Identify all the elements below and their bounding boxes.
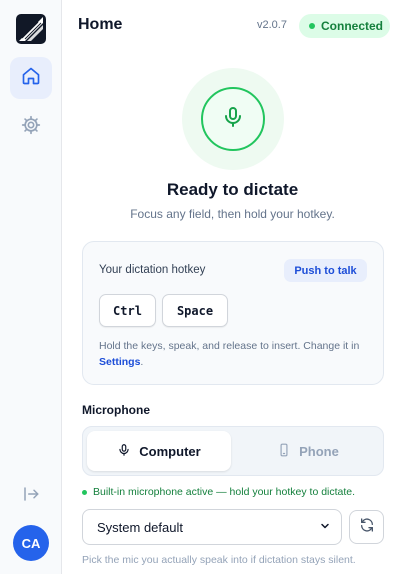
ready-title: Ready to dictate (166, 180, 299, 199)
chevron-down-icon (319, 520, 331, 535)
hotkey-label: Your dictation hotkey (99, 264, 206, 276)
connection-status-label: Connected (321, 19, 384, 33)
dictation-mic-button[interactable] (201, 87, 265, 151)
ready-subtitle: Focus any field, then hold your hotkey. (130, 207, 335, 221)
main-panel: Home v2.0.7 Connected Ready to dictate F… (62, 0, 403, 574)
push-to-talk-badge: Push to talk (284, 259, 367, 282)
key-space: Space (162, 294, 228, 327)
mic-source-toggle: Computer Phone (82, 426, 384, 476)
connection-status-badge: Connected (299, 14, 390, 38)
microphone-section-label: Microphone (82, 403, 150, 417)
mic-device-value: System default (97, 519, 183, 535)
sidebar-item-home[interactable] (10, 57, 52, 99)
source-phone-label: Phone (299, 443, 339, 459)
phone-icon (277, 443, 291, 460)
sidebar-item-settings[interactable] (10, 106, 52, 148)
logout-button[interactable] (10, 475, 52, 517)
microphone-icon (117, 443, 131, 460)
source-computer-label: Computer (139, 443, 201, 459)
version-label: v2.0.7 (257, 19, 287, 31)
hotkey-help-suffix: . (140, 356, 144, 368)
settings-link[interactable]: Settings (99, 356, 140, 368)
hotkey-help-text: Hold the keys, speak, and release to ins… (99, 338, 374, 370)
source-phone-button[interactable]: Phone (236, 431, 380, 471)
refresh-icon (359, 517, 375, 538)
logout-icon (22, 485, 40, 508)
status-dot-icon (82, 489, 87, 495)
mic-hint: Pick the mic you actually speak into if … (82, 554, 356, 566)
home-icon (21, 66, 41, 91)
refresh-devices-button[interactable] (349, 510, 384, 544)
sidebar: CA (0, 0, 62, 574)
page-title: Home (78, 16, 123, 33)
hotkey-card: Your dictation hotkey Push to talk Ctrl … (82, 241, 384, 385)
app-logo (16, 14, 46, 44)
avatar[interactable]: CA (13, 525, 49, 561)
gear-icon (21, 115, 41, 140)
key-ctrl: Ctrl (99, 294, 156, 327)
status-dot-icon (309, 23, 315, 29)
mic-status-text: Built-in microphone active — hold your h… (93, 486, 356, 498)
source-computer-button[interactable]: Computer (87, 431, 231, 471)
mic-device-select[interactable]: System default (82, 509, 342, 545)
microphone-icon (221, 105, 245, 134)
mic-status: Built-in microphone active — hold your h… (82, 486, 355, 498)
hotkey-help-prefix: Hold the keys, speak, and release to ins… (99, 340, 360, 352)
